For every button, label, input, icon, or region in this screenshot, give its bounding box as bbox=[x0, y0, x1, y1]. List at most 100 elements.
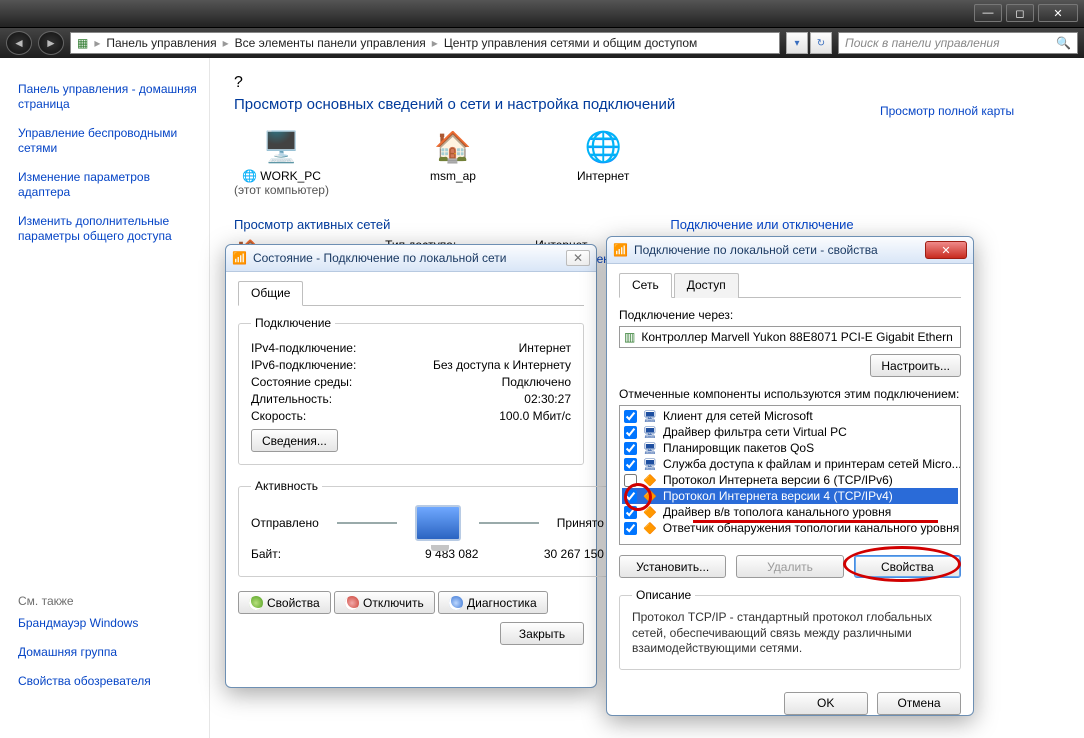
activity-line-icon bbox=[337, 522, 397, 524]
properties-button[interactable]: Свойства bbox=[238, 591, 331, 614]
breadcrumb-dropdown-button[interactable]: ▾ bbox=[786, 32, 808, 54]
description-text: Протокол TCP/IP - стандартный протокол г… bbox=[632, 610, 948, 657]
network-icon: 📶 bbox=[232, 251, 247, 265]
component-checkbox[interactable] bbox=[624, 426, 637, 439]
components-label: Отмеченные компоненты используются этим … bbox=[619, 387, 961, 401]
component-checkbox[interactable] bbox=[624, 490, 637, 503]
install-button[interactable]: Установить... bbox=[619, 555, 726, 578]
cancel-button[interactable]: Отмена bbox=[877, 692, 961, 715]
status-tab-general[interactable]: Общие bbox=[238, 281, 303, 306]
connection-legend: Подключение bbox=[251, 316, 335, 330]
window-minimize-button[interactable]: — bbox=[974, 4, 1002, 22]
sidebar-home-link[interactable]: Панель управления - домашняя страница bbox=[18, 82, 199, 112]
disable-button[interactable]: Отключить bbox=[334, 591, 435, 614]
component-checkbox[interactable] bbox=[624, 474, 637, 487]
window-titlebar: — ◻ ✕ bbox=[0, 0, 1084, 28]
network-node-pc: 🖥️ 🌐 WORK_PC (этот компьютер) bbox=[234, 127, 329, 197]
computer-icon: 🖥️ bbox=[257, 127, 305, 167]
protocol-icon: 🔶 bbox=[643, 489, 657, 503]
component-item[interactable]: Драйвер в/в тополога канального уровня bbox=[663, 505, 891, 519]
media-label: Состояние среды: bbox=[251, 375, 401, 389]
nic-field[interactable]: ▥ Контроллер Marvell Yukon 88E8071 PCI-E… bbox=[619, 326, 961, 348]
breadcrumb-sep-icon: ▸ bbox=[94, 36, 100, 50]
media-value: Подключено bbox=[401, 375, 571, 389]
help-icon[interactable]: ? bbox=[234, 74, 1060, 92]
search-icon: 🔍 bbox=[1056, 36, 1071, 50]
component-checkbox[interactable] bbox=[624, 458, 637, 471]
breadcrumb-item[interactable]: Панель управления bbox=[106, 36, 216, 50]
activity-monitor-icon bbox=[415, 505, 461, 541]
sidebar-wifi-link[interactable]: Управление беспроводными сетями bbox=[18, 126, 199, 156]
status-dialog-close-button[interactable]: ✕ bbox=[566, 250, 590, 266]
sidebar-adapter-link[interactable]: Изменение параметров адаптера bbox=[18, 170, 199, 200]
duration-label: Длительность: bbox=[251, 392, 401, 406]
activity-legend: Активность bbox=[251, 479, 322, 493]
activity-group: Активность Отправлено Принято Байт: 9 48… bbox=[238, 479, 617, 577]
window-maximize-button[interactable]: ◻ bbox=[1006, 4, 1034, 22]
see-also-label: См. также bbox=[18, 594, 199, 608]
configure-button[interactable]: Настроить... bbox=[870, 354, 961, 377]
component-item[interactable]: Протокол Интернета версии 6 (TCP/IPv6) bbox=[663, 473, 893, 487]
globe-icon: 🌐 bbox=[579, 127, 627, 167]
network-node-internet: 🌐 Интернет bbox=[577, 127, 629, 183]
breadcrumb-item[interactable]: Центр управления сетями и общим доступом bbox=[444, 36, 698, 50]
full-map-link[interactable]: Просмотр полной карты bbox=[880, 104, 1014, 118]
component-checkbox[interactable] bbox=[624, 442, 637, 455]
window-close-button[interactable]: ✕ bbox=[1038, 4, 1078, 22]
sidebar-sharing-link[interactable]: Изменить дополнительные параметры общего… bbox=[18, 214, 199, 244]
ipv6-value: Без доступа к Интернету bbox=[401, 358, 571, 372]
sidebar-homegroup-link[interactable]: Домашняя группа bbox=[18, 645, 199, 660]
connect-disconnect-link[interactable]: Подключение или отключение bbox=[670, 217, 853, 232]
search-placeholder: Поиск в панели управления bbox=[845, 36, 1000, 50]
duration-value: 02:30:27 bbox=[401, 392, 571, 406]
nav-back-button[interactable]: ◄ bbox=[6, 31, 32, 55]
protocol-icon: 🔶 bbox=[643, 505, 657, 519]
component-item[interactable]: Ответчик обнаружения топологии канальног… bbox=[663, 521, 960, 535]
explorer-navbar: ◄ ► ▦ ▸ Панель управления ▸ Все элементы… bbox=[0, 28, 1084, 58]
home-network-icon: 🏠 bbox=[429, 127, 477, 167]
bytes-recv-value: 30 267 150 bbox=[502, 547, 603, 561]
driver-icon: 🖥 bbox=[643, 425, 657, 439]
tab-sharing[interactable]: Доступ bbox=[674, 273, 739, 298]
breadcrumb-item[interactable]: Все элементы панели управления bbox=[235, 36, 426, 50]
network-node-ap: 🏠 msm_ap bbox=[429, 127, 477, 183]
component-item-selected[interactable]: Протокол Интернета версии 4 (TCP/IPv4) bbox=[663, 489, 893, 503]
tab-network[interactable]: Сеть bbox=[619, 273, 672, 298]
nav-forward-button[interactable]: ► bbox=[38, 31, 64, 55]
speed-value: 100.0 Мбит/с bbox=[401, 409, 571, 423]
active-networks-label: Просмотр активных сетей bbox=[234, 217, 390, 232]
component-item[interactable]: Планировщик пакетов QoS bbox=[663, 441, 814, 455]
ipv6-label: IPv6-подключение: bbox=[251, 358, 401, 372]
sidebar-firewall-link[interactable]: Брандмауэр Windows bbox=[18, 616, 199, 631]
properties-dialog: 📶 Подключение по локальной сети - свойст… bbox=[606, 236, 974, 716]
control-panel-icon: ▦ bbox=[77, 36, 88, 50]
network-icon: 📶 bbox=[613, 243, 628, 257]
sidebar-ieoptions-link[interactable]: Свойства обозревателя bbox=[18, 674, 199, 689]
service-icon: 🖥 bbox=[643, 457, 657, 471]
client-icon: 🖥 bbox=[643, 409, 657, 423]
component-properties-button[interactable]: Свойства bbox=[854, 555, 961, 578]
refresh-button[interactable]: ↻ bbox=[810, 32, 832, 54]
sidebar: Панель управления - домашняя страница Уп… bbox=[0, 58, 210, 738]
status-dialog: 📶 Состояние - Подключение по локальной с… bbox=[225, 244, 597, 688]
component-checkbox[interactable] bbox=[624, 410, 637, 423]
address-bar[interactable]: ▦ ▸ Панель управления ▸ Все элементы пан… bbox=[70, 32, 780, 54]
details-button[interactable]: Сведения... bbox=[251, 429, 338, 452]
component-item[interactable]: Драйвер фильтра сети Virtual PC bbox=[663, 425, 847, 439]
ok-button[interactable]: OK bbox=[784, 692, 868, 715]
properties-dialog-title: Подключение по локальной сети - свойства bbox=[634, 243, 878, 257]
search-input[interactable]: Поиск в панели управления 🔍 bbox=[838, 32, 1078, 54]
activity-line-icon bbox=[479, 522, 539, 524]
component-checkbox[interactable] bbox=[624, 506, 637, 519]
properties-dialog-close-button[interactable]: ✕ bbox=[925, 241, 967, 259]
component-item[interactable]: Клиент для сетей Microsoft bbox=[663, 409, 813, 423]
bytes-sent-value: 9 483 082 bbox=[401, 547, 502, 561]
breadcrumb-sep-icon: ▸ bbox=[432, 36, 438, 50]
components-list[interactable]: 🖥 Клиент для сетей Microsoft 🖥 Драйвер фил… bbox=[619, 405, 961, 545]
component-item[interactable]: Служба доступа к файлам и принтерам сете… bbox=[663, 457, 961, 471]
component-checkbox[interactable] bbox=[624, 522, 637, 535]
speed-label: Скорость: bbox=[251, 409, 401, 423]
diagnostics-button[interactable]: Диагностика bbox=[438, 591, 548, 614]
close-button[interactable]: Закрыть bbox=[500, 622, 584, 645]
ipv4-value: Интернет bbox=[401, 341, 571, 355]
